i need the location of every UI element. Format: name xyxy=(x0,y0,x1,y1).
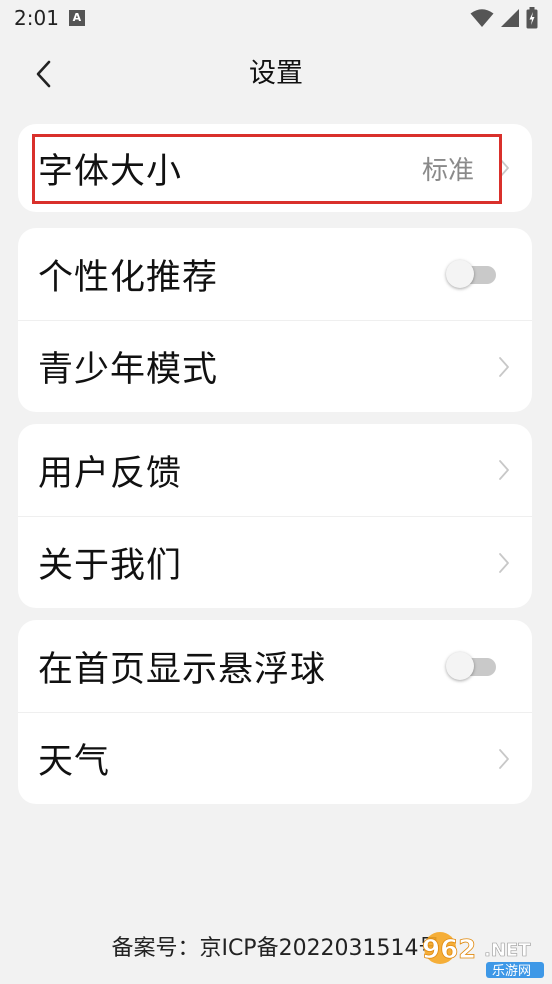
watermark-number: 962 xyxy=(422,935,476,965)
toggle-knob xyxy=(446,652,474,680)
settings-row-floating-ball: 在首页显示悬浮球 xyxy=(18,620,532,712)
status-icons xyxy=(470,7,538,29)
settings-row-font-size[interactable]: 字体大小 标准 xyxy=(18,124,532,212)
row-label: 用户反馈 xyxy=(38,453,183,494)
chevron-right-icon xyxy=(494,156,514,180)
personalized-recommend-toggle[interactable] xyxy=(446,260,498,288)
battery-icon xyxy=(526,7,538,29)
page-title: 设置 xyxy=(249,58,303,89)
watermark-suffix: .NET xyxy=(484,940,531,961)
settings-card-display: 在首页显示悬浮球 天气 xyxy=(18,620,532,804)
chevron-right-icon xyxy=(494,747,514,771)
settings-row-personalized-recommend: 个性化推荐 xyxy=(18,228,532,320)
notification-icon: A xyxy=(68,10,85,26)
row-label: 字体大小 xyxy=(38,151,183,192)
settings-card-about: 用户反馈 关于我们 xyxy=(18,424,532,608)
row-label: 在首页显示悬浮球 xyxy=(38,649,327,690)
settings-row-user-feedback[interactable]: 用户反馈 xyxy=(18,424,532,516)
chevron-right-icon xyxy=(494,551,514,575)
floating-ball-toggle[interactable] xyxy=(446,652,498,680)
status-time: 2:01 xyxy=(14,6,59,30)
row-label: 天气 xyxy=(38,742,111,782)
settings-card-font: 字体大小 标准 xyxy=(18,124,532,212)
settings-card-recommend: 个性化推荐 青少年模式 xyxy=(18,228,532,412)
row-label: 关于我们 xyxy=(38,546,183,586)
toggle-knob xyxy=(446,260,474,288)
settings-row-about-us[interactable]: 关于我们 xyxy=(18,516,532,608)
status-bar: 2:01 A xyxy=(0,0,552,36)
chevron-right-icon xyxy=(494,458,514,482)
signal-icon xyxy=(501,9,519,27)
settings-row-weather[interactable]: 天气 xyxy=(18,712,532,804)
watermark-caption: 乐游网 xyxy=(492,964,531,979)
watermark-logo: 962 .NET 乐游网 xyxy=(418,930,548,980)
row-label: 个性化推荐 xyxy=(38,257,219,298)
header: 设置 xyxy=(0,44,552,104)
chevron-right-icon xyxy=(494,355,514,379)
wifi-icon xyxy=(470,9,494,27)
row-label: 青少年模式 xyxy=(38,350,219,390)
font-size-value: 标准 xyxy=(421,155,474,186)
settings-row-teen-mode[interactable]: 青少年模式 xyxy=(18,320,532,412)
